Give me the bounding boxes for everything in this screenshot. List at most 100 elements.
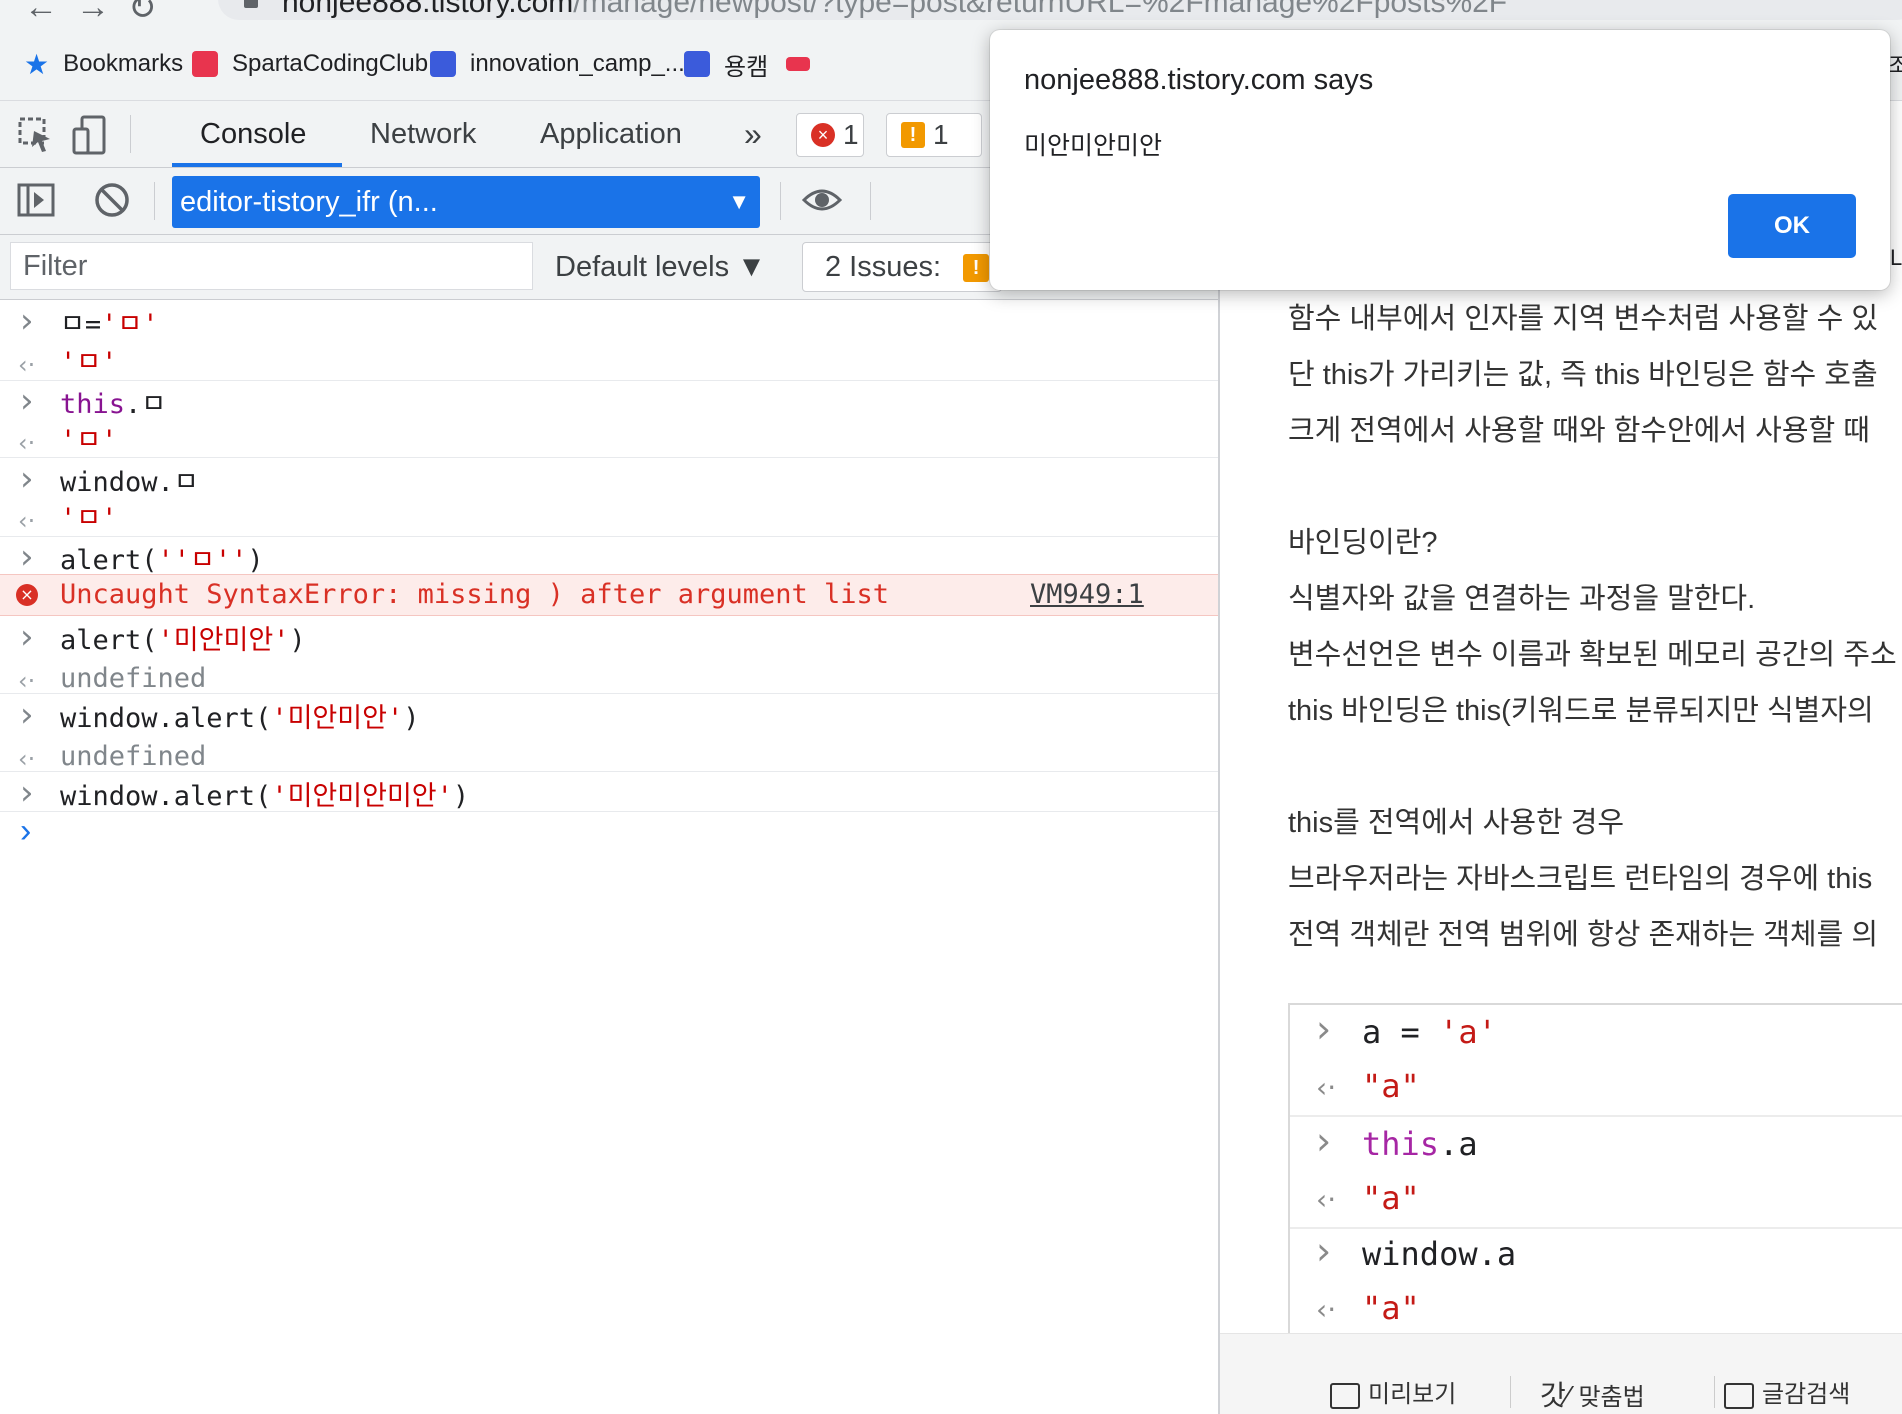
divider	[1290, 1115, 1902, 1117]
divider	[870, 182, 871, 220]
divider	[780, 182, 781, 220]
error-message: Uncaught SyntaxError: missing ) after ar…	[60, 575, 889, 615]
back-arrow-icon[interactable]: ←	[24, 0, 58, 27]
code-token: undefined	[60, 663, 207, 694]
code-token: 'ㅁ'	[60, 425, 118, 456]
warning-count-badge[interactable]: ! 1	[886, 113, 982, 157]
context-value: editor-tistory_ifr (n...	[180, 186, 438, 218]
code-image-text: "a"	[1362, 1067, 1420, 1105]
preview-button[interactable]: 미리보기	[1330, 1374, 1456, 1409]
error-icon: ×	[811, 123, 835, 147]
code-image-line: › this.a	[1290, 1119, 1902, 1177]
devtools-panel: Console Network Application » × 1 ! 1 edit…	[0, 101, 1218, 1414]
clear-console-icon[interactable]	[92, 180, 132, 220]
editor-paragraph: 브라우저라는 자바스크립트 런타임의 경우에 this	[1288, 863, 1873, 895]
notion-like-icon	[684, 51, 710, 77]
more-tabs-icon[interactable]: »	[744, 101, 762, 167]
post-editor[interactable]: 함수 내부에서 인자를 지역 변수처럼 사용할 수 있단 this가 가리키는 …	[1220, 101, 1902, 1414]
filter-input[interactable]: Filter	[10, 242, 533, 290]
return-arrow-icon: ‹·	[1316, 1071, 1337, 1104]
address-row: ← → ↻ nonjee888.tistory.com/manage/newpo…	[0, 0, 1902, 30]
divider	[154, 182, 155, 220]
divider	[0, 693, 1218, 694]
error-icon: ×	[16, 584, 38, 606]
code-image-text: window.a	[1362, 1235, 1516, 1273]
code-token: '미안미안미안'	[271, 781, 453, 812]
javascript-context-select[interactable]: editor-tistory_ifr (n... ▼	[172, 176, 760, 228]
code-token: 'a'	[1439, 1013, 1497, 1051]
editor-paragraph: this 바인딩은 this(키워드로 분류되지만 식별자의	[1288, 695, 1874, 727]
console-output[interactable]: › ㅁ='ㅁ' ‹· 'ㅁ' › this.ㅁ ‹· 'ㅁ' › window.ㅁ ‹· 'ㅁ' › al…	[0, 300, 1218, 1414]
code-image-text: this.a	[1362, 1125, 1478, 1163]
console-prompt-icon[interactable]: ›	[20, 812, 31, 851]
divider	[0, 380, 1218, 381]
monitor-icon	[1330, 1382, 1360, 1409]
tab-network[interactable]: Network	[370, 101, 476, 167]
warning-icon: !	[963, 254, 990, 283]
clipped-editor-text: L	[1890, 245, 1902, 270]
url-text[interactable]: nonjee888.tistory.com/manage/newpost/?ty…	[282, 0, 1507, 20]
error-count-badge[interactable]: × 1	[796, 113, 864, 157]
error-source-link[interactable]: VM949:1	[1030, 575, 1144, 615]
dialog-message: 미안미안미안	[1024, 132, 1163, 160]
lock-icon[interactable]	[244, 0, 258, 8]
return-arrow-icon: ‹·	[1316, 1293, 1337, 1326]
divider	[1714, 1376, 1715, 1408]
ok-button[interactable]: OK	[1728, 194, 1856, 258]
code-image-line: › a = 'a'	[1290, 1007, 1902, 1065]
code-token: ㅁ=	[60, 309, 102, 340]
code-image-text: a = 'a'	[1362, 1013, 1497, 1051]
chevron-right-icon: ›	[20, 773, 34, 813]
bookmark-innovation-camp[interactable]: innovation_camp_...	[430, 46, 685, 82]
code-token: 'ㅁ'	[60, 347, 118, 378]
console-code: window.alert('미안미안미안')	[60, 774, 469, 820]
bookmark-yongcamp[interactable]: 용캠	[684, 46, 768, 82]
issues-button[interactable]: 2 Issues: !	[802, 242, 1002, 292]
sparta-badge-icon	[786, 57, 810, 71]
code-token: this	[60, 389, 126, 420]
bookmark-sparta-red[interactable]	[786, 46, 824, 82]
code-token: this	[1362, 1125, 1440, 1163]
tab-console[interactable]: Console	[200, 101, 306, 167]
device-toolbar-icon[interactable]	[70, 115, 110, 155]
reload-icon[interactable]: ↻	[128, 0, 157, 28]
divider	[0, 771, 1218, 772]
notion-like-icon	[430, 51, 456, 77]
show-sidebar-icon[interactable]	[16, 180, 56, 220]
spellcheck-icon: 갓⁄	[1540, 1380, 1571, 1411]
forward-arrow-icon[interactable]: →	[76, 0, 110, 27]
code-token: )	[452, 781, 470, 812]
code-token: ''ㅁ''	[157, 545, 248, 576]
code-token: 'ㅁ'	[60, 503, 118, 534]
bookmark-spartacodingclub[interactable]: SpartaCodingClub	[192, 46, 428, 82]
live-expression-eye-icon[interactable]	[802, 180, 842, 220]
chevron-right-icon: ›	[1316, 1007, 1332, 1051]
code-token: "a"	[1362, 1179, 1420, 1217]
code-image-line: › window.a	[1290, 1229, 1902, 1287]
chevron-right-icon: ›	[20, 459, 34, 499]
bookmark-bookmarks[interactable]: ★ Bookmarks	[24, 46, 183, 82]
clipped-bookmark-text: 조	[1888, 53, 1902, 78]
alert-dialog: nonjee888.tistory.com says 미안미안미안 OK	[990, 30, 1890, 290]
code-token: "a"	[1362, 1067, 1420, 1105]
code-token: window.alert(	[60, 781, 272, 812]
material-search-button[interactable]: 글감검색	[1724, 1374, 1850, 1409]
code-token: a =	[1362, 1013, 1440, 1051]
editor-paragraph: 바인딩이란?	[1288, 527, 1438, 559]
inspect-element-icon[interactable]	[16, 115, 56, 155]
tab-application[interactable]: Application	[540, 101, 682, 167]
code-image-text: "a"	[1362, 1179, 1420, 1217]
spellcheck-button[interactable]: 갓⁄ 맞춤법	[1540, 1374, 1645, 1414]
chevron-right-icon: ›	[20, 617, 34, 657]
chevron-right-icon: ›	[20, 301, 34, 341]
code-token: )	[247, 545, 264, 576]
code-token: '미안미안'	[157, 625, 290, 656]
editor-paragraph: this를 전역에서 사용한 경우	[1288, 807, 1625, 839]
bookmark-label: Bookmarks	[63, 50, 184, 77]
sparta-logo-icon	[192, 51, 218, 77]
divider	[0, 457, 1218, 458]
preview-label: 미리보기	[1368, 1381, 1457, 1408]
code-token: Uncaught SyntaxError: missing ) after ar…	[60, 579, 890, 610]
bookmark-label: innovation_camp_...	[470, 50, 685, 77]
log-levels-dropdown[interactable]: Default levels ▼	[555, 235, 766, 299]
